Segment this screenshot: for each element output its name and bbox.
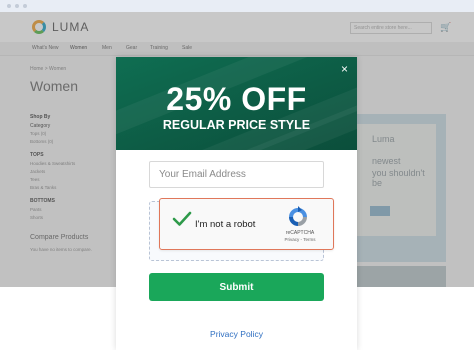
privacy-policy-link[interactable]: Privacy Policy [116, 329, 357, 339]
recaptcha-brand: reCAPTCHA [285, 230, 315, 236]
close-icon[interactable]: × [341, 63, 348, 75]
window-dot-icon [7, 4, 11, 8]
discount-headline: 25% OFF [166, 81, 307, 117]
newsletter-popup: × 25% OFF REGULAR PRICE STYLE I'm not a … [116, 57, 357, 350]
submit-button[interactable]: Submit [149, 273, 324, 301]
email-field[interactable] [149, 161, 324, 188]
checkmark-icon[interactable] [172, 211, 192, 232]
window-dot-icon [23, 4, 27, 8]
browser-chrome [0, 0, 474, 12]
window-dot-icon [15, 4, 19, 8]
popup-banner: × 25% OFF REGULAR PRICE STYLE [116, 57, 357, 150]
recaptcha-widget[interactable]: I'm not a robot reCAPTCHA Privacy - Term… [159, 198, 334, 250]
recaptcha-icon [287, 206, 309, 233]
discount-subheadline: REGULAR PRICE STYLE [162, 118, 311, 132]
captcha-label: I'm not a robot [195, 219, 256, 230]
recaptcha-privacy-terms[interactable]: Privacy - Terms [280, 237, 320, 242]
